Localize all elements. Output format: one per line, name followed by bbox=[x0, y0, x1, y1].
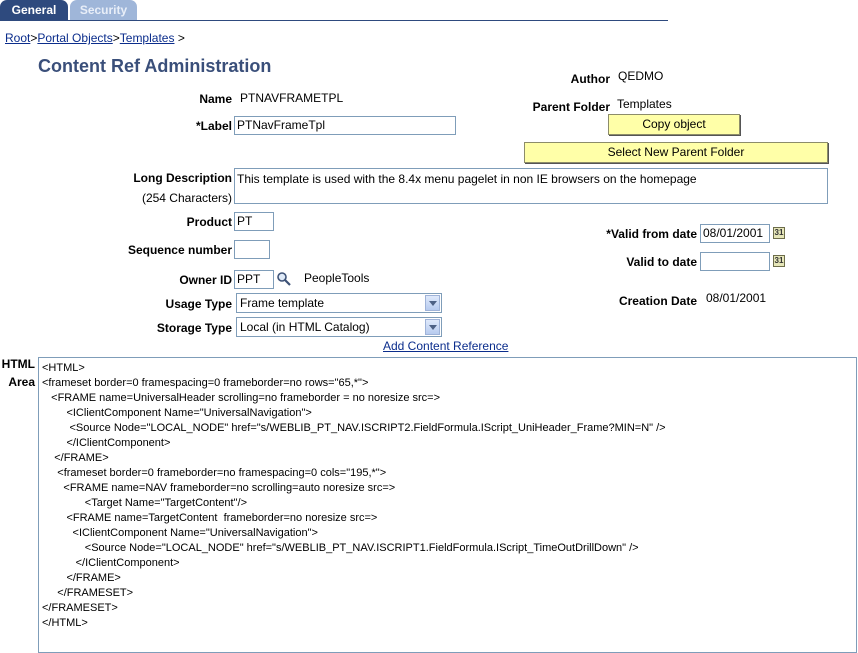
valid-to-date-label: Valid to date bbox=[626, 255, 697, 269]
long-description-label: Long Description bbox=[133, 171, 232, 185]
code-line: <IClientComponent Name="UniversalNavigat… bbox=[42, 527, 318, 539]
code-line: <frameset border=0 frameborder=no frames… bbox=[42, 467, 387, 479]
parent-folder-label: Parent Folder bbox=[532, 100, 610, 114]
usage-type-value: Frame template bbox=[240, 296, 325, 310]
usage-type-label: Usage Type bbox=[165, 297, 232, 311]
lookup-search-icon[interactable] bbox=[276, 271, 292, 287]
html-area-label-1: HTML bbox=[1, 357, 35, 371]
valid-to-date-input[interactable] bbox=[700, 252, 770, 271]
code-line: </FRAMESET> bbox=[42, 587, 134, 599]
owner-id-label: Owner ID bbox=[179, 273, 232, 287]
usage-type-select[interactable]: Frame template bbox=[236, 293, 442, 313]
storage-type-select[interactable]: Local (in HTML Catalog) bbox=[236, 317, 442, 337]
add-content-reference-link-wrap: Add Content Reference bbox=[383, 339, 508, 353]
parent-folder-value: Templates bbox=[617, 97, 672, 111]
code-line: <HTML> bbox=[42, 362, 85, 374]
name-value: PTNAVFRAMETPL bbox=[240, 91, 344, 105]
valid-from-date-label: *Valid from date bbox=[606, 227, 697, 241]
code-line: </FRAME> bbox=[42, 452, 109, 464]
valid-from-date-input[interactable]: 08/01/2001 bbox=[700, 224, 770, 243]
code-line: <frameset border=0 framespacing=0 frameb… bbox=[42, 377, 369, 389]
code-line: </HTML> bbox=[42, 617, 88, 629]
code-line: <IClientComponent Name="UniversalNavigat… bbox=[42, 407, 312, 419]
author-label: Author bbox=[570, 72, 610, 86]
html-area-label-2: Area bbox=[8, 375, 35, 389]
calendar-icon[interactable]: 31 bbox=[773, 227, 785, 239]
page-title: Content Ref Administration bbox=[38, 56, 272, 76]
breadcrumb-separator: > bbox=[177, 31, 185, 45]
product-label: Product bbox=[186, 215, 232, 229]
copy-object-button[interactable]: Copy object bbox=[608, 114, 740, 135]
code-line: <Source Node="LOCAL_NODE" href="s/WEBLIB… bbox=[42, 542, 639, 554]
breadcrumb-templates-link[interactable]: Templates bbox=[120, 31, 175, 45]
tab-general[interactable]: General bbox=[0, 0, 68, 21]
long-description-hint: (254 Characters) bbox=[141, 191, 232, 205]
tab-divider bbox=[0, 20, 668, 21]
breadcrumb-separator: > bbox=[112, 31, 120, 45]
code-line: <FRAME name=NAV frameborder=no scrolling… bbox=[42, 482, 396, 494]
long-description-textarea[interactable]: This template is used with the 8.4x menu… bbox=[234, 168, 828, 204]
code-line: </FRAMESET> bbox=[42, 602, 118, 614]
code-line: </IClientComponent> bbox=[42, 557, 180, 569]
code-line: <FRAME name=UniversalHeader scrolling=no… bbox=[42, 392, 441, 404]
storage-type-value: Local (in HTML Catalog) bbox=[240, 320, 370, 334]
owner-id-input[interactable]: PPT bbox=[234, 270, 274, 289]
product-input[interactable]: PT bbox=[234, 212, 274, 231]
label-input[interactable]: PTNavFrameTpl bbox=[234, 116, 456, 135]
author-value: QEDMO bbox=[618, 69, 664, 83]
owner-description: PeopleTools bbox=[304, 271, 370, 285]
sequence-number-input[interactable] bbox=[234, 240, 270, 259]
code-line: </IClientComponent> bbox=[42, 437, 171, 449]
chevron-down-icon[interactable] bbox=[425, 295, 440, 311]
code-line: <Target Name="TargetContent"/> bbox=[42, 497, 247, 509]
storage-type-label: Storage Type bbox=[156, 321, 232, 335]
add-content-reference-link[interactable]: Add Content Reference bbox=[383, 339, 508, 353]
html-area-textarea[interactable]: <HTML> <frameset border=0 framespacing=0… bbox=[38, 357, 857, 653]
breadcrumb-root-link[interactable]: Root bbox=[5, 31, 30, 45]
code-line: </FRAME> bbox=[42, 572, 121, 584]
select-new-parent-folder-button[interactable]: Select New Parent Folder bbox=[524, 142, 828, 163]
code-line: <FRAME name=TargetContent frameborder=no… bbox=[42, 512, 378, 524]
tab-security[interactable]: Security bbox=[70, 0, 137, 21]
breadcrumb: Root>Portal Objects>Templates > bbox=[5, 31, 185, 45]
creation-date-value: 08/01/2001 bbox=[706, 291, 767, 305]
label-field-label: *Label bbox=[195, 119, 232, 133]
name-label: Name bbox=[199, 92, 232, 106]
creation-date-label: Creation Date bbox=[618, 294, 697, 308]
breadcrumb-portal-objects-link[interactable]: Portal Objects bbox=[37, 31, 112, 45]
calendar-icon[interactable]: 31 bbox=[773, 255, 785, 267]
sequence-number-label: Sequence number bbox=[127, 243, 232, 257]
chevron-down-icon[interactable] bbox=[425, 319, 440, 335]
code-line: <Source Node="LOCAL_NODE" href="s/WEBLIB… bbox=[42, 422, 666, 434]
